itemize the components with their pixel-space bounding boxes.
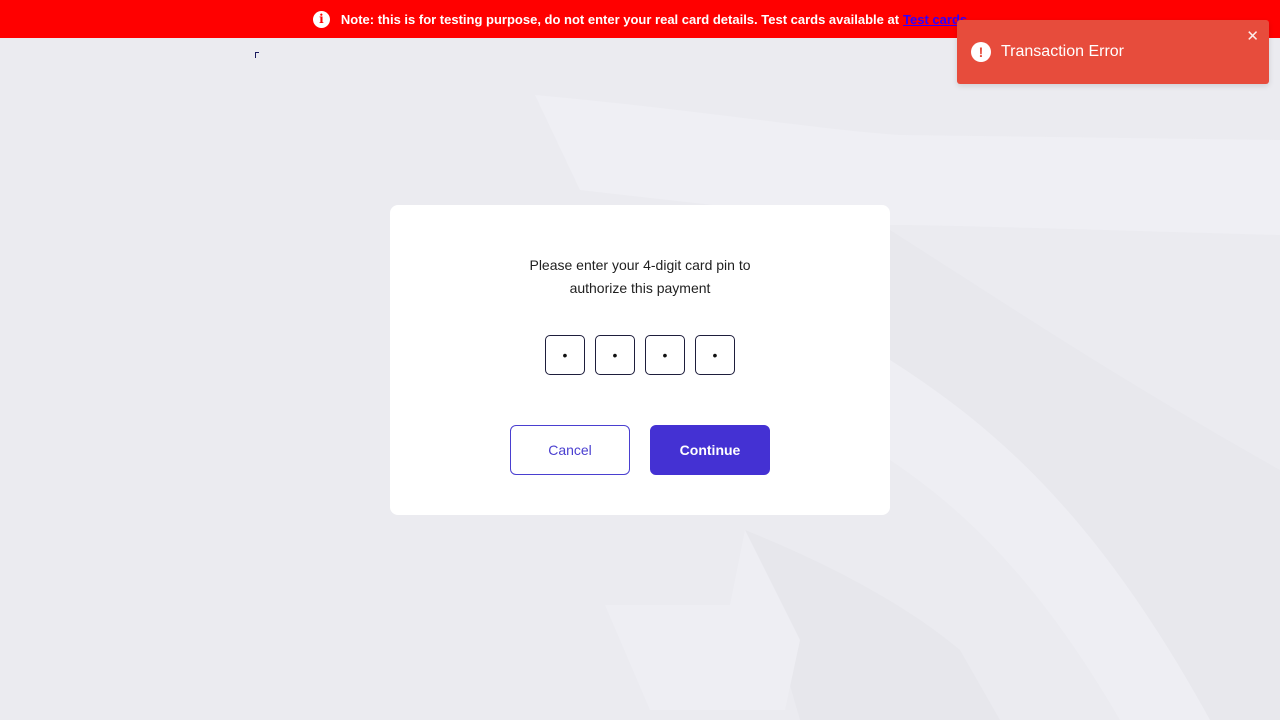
alert-icon: ! bbox=[971, 42, 991, 62]
error-toast: ! Transaction Error ✕ bbox=[957, 20, 1269, 84]
back-arrow-icon[interactable] bbox=[255, 52, 259, 58]
action-buttons: Cancel Continue bbox=[510, 425, 770, 475]
pin-digit-2[interactable]: • bbox=[595, 335, 635, 375]
pin-entry-card: Please enter your 4-digit card pin to au… bbox=[390, 205, 890, 515]
cancel-button[interactable]: Cancel bbox=[510, 425, 630, 475]
pin-prompt-line2: authorize this payment bbox=[569, 280, 711, 296]
banner-note-text: Note: this is for testing purpose, do no… bbox=[340, 11, 900, 27]
pin-digit-4[interactable]: • bbox=[695, 335, 735, 375]
pin-digit-3[interactable]: • bbox=[645, 335, 685, 375]
pin-input-group: • • • • bbox=[545, 335, 735, 375]
pin-digit-1[interactable]: • bbox=[545, 335, 585, 375]
pin-prompt: Please enter your 4-digit card pin to au… bbox=[390, 254, 890, 300]
info-icon: i bbox=[312, 10, 330, 28]
toast-message: Transaction Error bbox=[1001, 43, 1124, 60]
continue-button[interactable]: Continue bbox=[650, 425, 770, 475]
pin-prompt-line1: Please enter your 4-digit card pin to bbox=[529, 257, 751, 273]
close-icon[interactable]: ✕ bbox=[1246, 27, 1259, 45]
